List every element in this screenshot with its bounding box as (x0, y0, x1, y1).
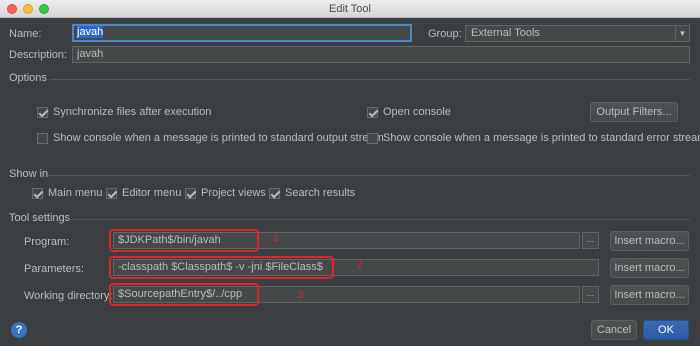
open-console-label: Open console (383, 106, 451, 118)
tool-settings-heading: Tool settings (9, 212, 71, 224)
options-divider (50, 79, 690, 80)
show-in-search-results-checkbox[interactable]: Search results (269, 187, 355, 199)
name-input-value: javah (77, 26, 104, 38)
parameters-label: Parameters: (24, 263, 84, 275)
description-input[interactable]: javah (72, 46, 690, 63)
parameters-insert-macro-button[interactable]: Insert macro... (610, 258, 689, 278)
checkbox-checked-icon (32, 187, 43, 199)
tool-settings-divider (66, 219, 690, 220)
name-input[interactable]: javah (72, 24, 412, 42)
show-in-search-results-label: Search results (285, 187, 356, 199)
console-stderr-label: Show console when a message is printed t… (383, 132, 700, 144)
window-title: Edit Tool (329, 3, 371, 15)
checkbox-unchecked-icon (367, 132, 378, 144)
output-filters-button[interactable]: Output Filters... (590, 102, 678, 122)
working-directory-label: Working directory: (24, 290, 113, 302)
annotation-box-3 (109, 283, 259, 306)
console-stdout-checkbox[interactable]: Show console when a message is printed t… (37, 132, 384, 144)
title-bar: Edit Tool (0, 0, 700, 18)
show-in-heading: Show in (9, 168, 49, 180)
annotation-number-1: 1 (273, 233, 279, 244)
description-label: Description: (9, 49, 68, 61)
chevron-down-icon[interactable]: ▼ (675, 26, 689, 41)
group-combo-value: External Tools (471, 27, 540, 39)
open-console-checkbox[interactable]: Open console (367, 106, 451, 118)
show-in-project-views-checkbox[interactable]: Project views (185, 187, 266, 199)
group-label: Group: (428, 28, 462, 40)
working-directory-browse-button[interactable]: ... (582, 286, 599, 303)
annotation-box-1 (109, 229, 259, 252)
show-in-main-menu-label: Main menu (48, 187, 103, 199)
program-browse-button[interactable]: ... (582, 232, 599, 249)
sync-files-label: Synchronize files after execution (53, 106, 212, 118)
help-icon[interactable]: ? (11, 322, 27, 338)
options-heading: Options (9, 72, 47, 84)
checkbox-checked-icon (367, 106, 378, 118)
annotation-number-3: 3 (298, 290, 304, 301)
show-in-main-menu-checkbox[interactable]: Main menu (32, 187, 102, 199)
show-in-project-views-label: Project views (201, 187, 266, 199)
checkbox-checked-icon (106, 187, 117, 199)
program-label: Program: (24, 236, 70, 248)
annotation-box-2 (109, 256, 334, 279)
sync-files-checkbox[interactable]: Synchronize files after execution (37, 106, 211, 118)
program-insert-macro-button[interactable]: Insert macro... (610, 231, 689, 251)
console-stderr-checkbox[interactable]: Show console when a message is printed t… (367, 132, 700, 144)
checkbox-checked-icon (37, 106, 48, 118)
ok-button[interactable]: OK (643, 320, 689, 340)
checkbox-checked-icon (185, 187, 196, 199)
name-label: Name: (9, 28, 42, 40)
cancel-button[interactable]: Cancel (591, 320, 637, 340)
console-stdout-label: Show console when a message is printed t… (53, 132, 384, 144)
show-in-editor-menu-checkbox[interactable]: Editor menu (106, 187, 181, 199)
show-in-editor-menu-label: Editor menu (122, 187, 182, 199)
checkbox-checked-icon (269, 187, 280, 199)
group-combo[interactable]: External Tools ▼ (465, 25, 690, 42)
show-in-divider (48, 175, 690, 176)
checkbox-unchecked-icon (37, 132, 48, 144)
description-input-value: javah (77, 48, 104, 60)
working-directory-insert-macro-button[interactable]: Insert macro... (610, 285, 689, 305)
annotation-number-2: 2 (357, 260, 363, 271)
